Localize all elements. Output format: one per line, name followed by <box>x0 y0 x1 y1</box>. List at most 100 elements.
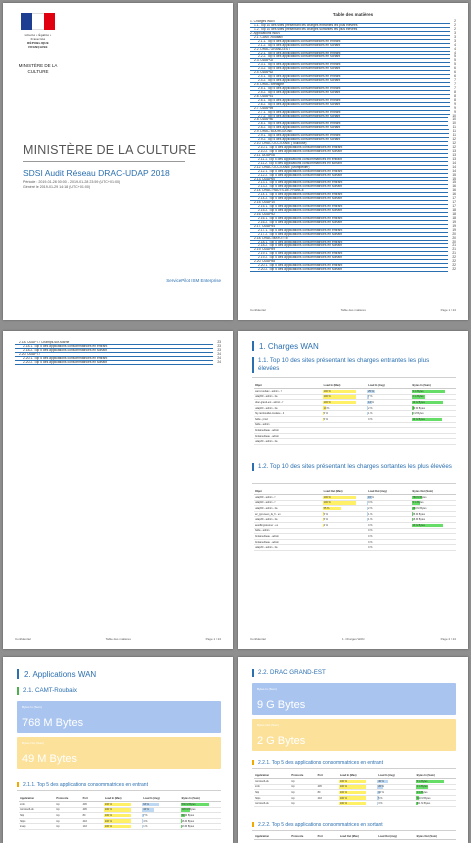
cell-sum <box>412 529 456 534</box>
page-charges-wan: 1. Charges WAN 1.1. Top 10 des sites pré… <box>238 331 468 649</box>
cell-sum-text: 145 M Bytes <box>181 808 196 812</box>
col-header: Application <box>254 773 290 778</box>
col-header-text: Load Out (Avg) <box>378 835 397 838</box>
cell-max-text: 100 % <box>323 389 331 393</box>
cell-sum-text: 9 G Bytes <box>412 501 424 505</box>
cell-protocol: tcp <box>290 796 316 801</box>
page-cover: Liberté • Égalité • Fraternité RÉPUBLIQU… <box>3 3 233 320</box>
cell-avg-text: 63 % <box>143 802 149 806</box>
cell-sum-text: 13 M Bytes <box>181 825 195 829</box>
col-header-text: Bytes In (Sum) <box>181 797 200 800</box>
cell-port: 80 <box>317 790 339 795</box>
table-charges-in: Objet Load In (Max) Load In (Avg) Bytes In … <box>254 383 456 445</box>
cell-sum-text: 10 G Bytes <box>412 523 425 527</box>
footer-center: 1. Charges WAN <box>342 637 365 641</box>
cell-max <box>323 529 367 534</box>
cover-brand: ServicePilot ISM Enterprise <box>166 278 221 283</box>
cell-sum-text: 9 G Bytes <box>412 389 424 393</box>
cell-sum: 5 G Bytes <box>415 779 456 784</box>
cell-avg: 44 % <box>142 808 180 813</box>
cell-sum: 2 G Bytes <box>415 785 456 790</box>
cell-sum: 39 M Bytes <box>411 406 456 411</box>
cell-avg-text: 40 % <box>378 779 384 783</box>
toc-item[interactable]: 2.20.2. Top 5 des applications consommat… <box>15 360 221 365</box>
cell-protocol-text: tcp <box>56 808 60 812</box>
footer-right: Page 2 / 24 <box>440 637 456 641</box>
cell-application-text: microsoft-ds <box>255 779 269 783</box>
cell-object-text: fulda - prod <box>255 417 268 421</box>
cell-max: 100 % <box>338 801 377 806</box>
cell-port <box>317 779 339 784</box>
bytes-out-card: Bytes Out (Sum) 49 M Bytes <box>17 737 221 769</box>
cell-sum <box>412 434 456 439</box>
col-header: Objet <box>254 489 323 494</box>
footer-center: Table des matières <box>105 637 131 641</box>
cell-sum-text: 16 M Bytes <box>412 518 426 522</box>
cell-sum: 145 M Bytes <box>180 808 221 813</box>
col-header-text: Bytes In (Sum) <box>412 384 431 387</box>
subsection-camt: 2.1. CAMT-Roubaix <box>17 687 77 695</box>
cell-max-text: 10 % <box>323 406 330 410</box>
col-header-text: Load In (Avg) <box>143 797 160 800</box>
subsubsection-drac-in: 2.2.1. Top 5 des applications consommatr… <box>252 760 383 766</box>
cell-sum-text: 5 G Bytes <box>416 779 428 783</box>
cell-max <box>323 428 367 433</box>
cell-application-text: https <box>255 796 261 800</box>
cell-max: 100 % <box>322 400 367 405</box>
cover-subtitle: SDSI Audit Réseau DRAC-UDAP 2018 <box>23 168 170 178</box>
cell-avg-text: 20 % <box>378 785 384 789</box>
cell-sum: 530 M Bytes <box>180 802 221 807</box>
cell-sum: 780 M Bytes <box>411 495 456 500</box>
cell-application-text: http <box>20 813 25 817</box>
cell-sum-text: 780 M Bytes <box>412 495 427 499</box>
col-header: Protocole <box>290 773 316 778</box>
cell-sum-text: 6 M Bytes <box>412 412 424 416</box>
cell-sum: 311 M Bytes <box>415 801 456 806</box>
col-header: Load In (Max) <box>323 383 367 388</box>
col-header: Load In (Avg) <box>377 773 415 778</box>
cell-avg: 3 % <box>367 501 411 506</box>
cell-max-text: 5 % <box>323 518 328 522</box>
cell-avg: 7 % <box>367 395 411 400</box>
cell-max-text: 100 % <box>323 400 331 404</box>
cell-max-text: 100 % <box>104 808 112 812</box>
cell-avg-text: 0 % <box>368 417 373 421</box>
cell-object: udap59 - admin - 2a <box>254 395 323 400</box>
cell-max-text: 100 % <box>323 501 331 505</box>
cell-object: fontainebleau - admin <box>254 540 323 545</box>
cover-generated: Généré le 2019-01-29 14:18 (UTC+01:00) <box>23 185 91 189</box>
cell-object: camt-roubaix - admin - f <box>254 389 323 394</box>
cell-application: smb <box>254 785 290 790</box>
col-header: Port <box>317 834 339 839</box>
cell-protocol: tcp <box>290 790 316 795</box>
cell-sum-text: 311 M Bytes <box>416 802 431 806</box>
col-header-text: Protocole <box>56 797 69 800</box>
cell-protocol-text: tcp <box>291 796 295 800</box>
table-row: udap30 - admin - 2a 0 % <box>254 545 456 551</box>
cell-max-text: 100 % <box>104 825 112 829</box>
cell-avg-text: 10 % <box>378 790 384 794</box>
col-header-text: Load In (Avg) <box>368 384 385 387</box>
cell-avg-text: 3 % <box>378 802 383 806</box>
cell-application: https <box>254 796 290 801</box>
cell-max-text: 55 % <box>323 506 330 510</box>
cell-avg <box>367 439 411 444</box>
cell-sum-text: 530 M Bytes <box>181 802 196 806</box>
cell-sum: 13 M Bytes <box>180 824 221 829</box>
cell-max: 10 % <box>322 406 367 411</box>
cell-sum-text: 60 M Bytes <box>181 813 195 817</box>
cell-object-text: az_pyrenees_fa_fr - ex <box>255 512 281 516</box>
cell-object: udap59 - admin - f <box>254 495 323 500</box>
toc-item[interactable]: 2.20.2. Top 5 des applications consommat… <box>250 267 456 272</box>
cell-object-text: udap30 - admin - 2a <box>255 440 278 444</box>
cell-application: https <box>19 819 55 824</box>
cell-avg-text: 5 % <box>378 796 383 800</box>
table-header: Application Protocole Port Load Out (Max) Lo… <box>254 834 456 840</box>
col-header: Load Out (Max) <box>339 834 377 839</box>
cell-sum <box>412 428 456 433</box>
cell-avg: 14 % <box>367 400 411 405</box>
col-header-text: Application <box>20 797 35 800</box>
cell-max-text: 4 % <box>323 523 328 527</box>
cell-max: 100 % <box>338 796 377 801</box>
col-header-text: Port <box>317 835 323 838</box>
